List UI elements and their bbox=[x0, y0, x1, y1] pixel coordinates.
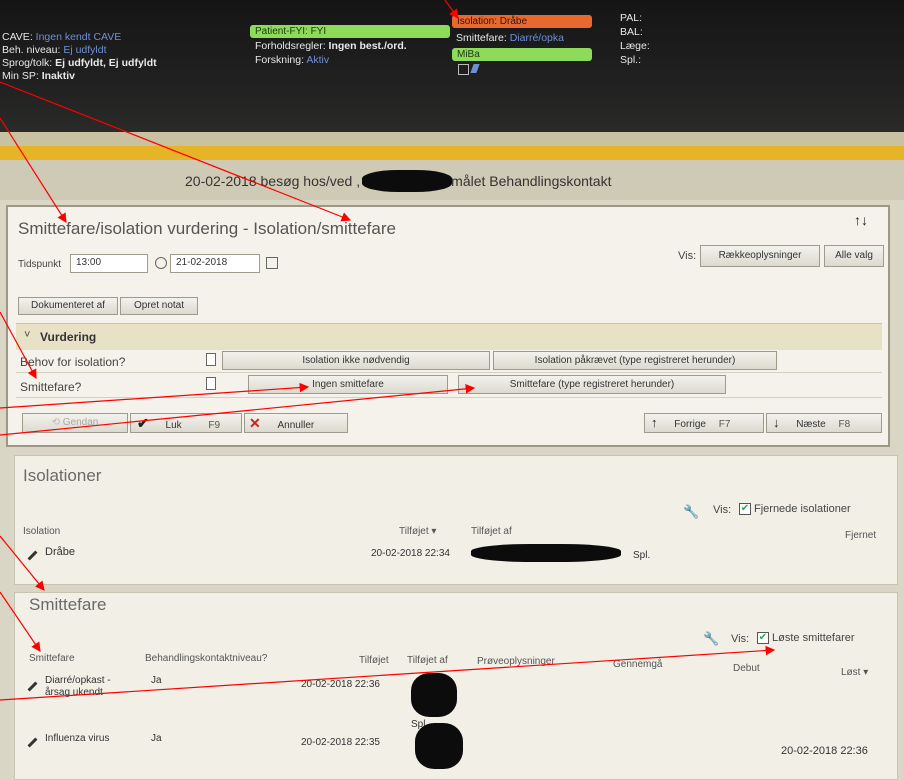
arrow-to-form-title-left bbox=[0, 117, 67, 224]
annotation-arrows bbox=[0, 0, 776, 701]
arrow-to-smittefare-title bbox=[0, 535, 45, 591]
arrow-to-form-title-right bbox=[0, 81, 352, 222]
arrow-to-smittefare-column bbox=[0, 591, 41, 652]
arrow-to-loeste-checkbox bbox=[0, 645, 776, 701]
arrow-to-ingen-smittefare bbox=[0, 382, 310, 409]
arrow-to-smittefare-question bbox=[0, 311, 37, 380]
arrow-to-smittefare-type bbox=[0, 384, 476, 436]
arrow-to-isolation-badge bbox=[444, 0, 459, 19]
